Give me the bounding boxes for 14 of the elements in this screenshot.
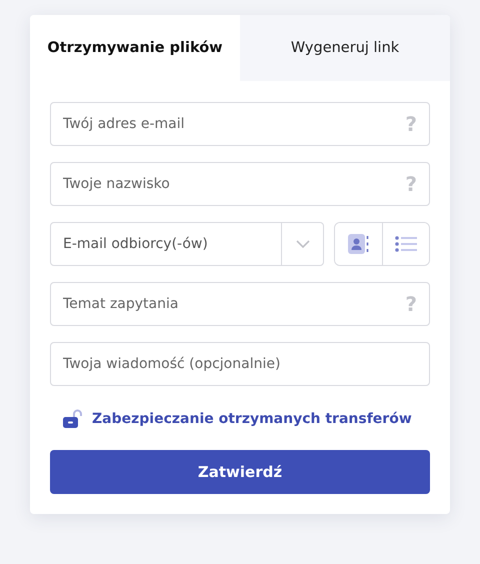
help-icon[interactable]: ? bbox=[405, 112, 417, 136]
recipient-field[interactable]: E-mail odbiorcy(-ów) bbox=[51, 223, 281, 265]
submit-button[interactable]: Zatwierdź bbox=[50, 450, 430, 494]
help-icon[interactable]: ? bbox=[405, 292, 417, 316]
tab[interactable]: Otrzymywanie plików bbox=[30, 15, 240, 81]
input-field[interactable]: Twoja wiadomość (opcjonalnie) bbox=[50, 342, 430, 386]
security-link[interactable]: Zabezpieczanie otrzymanych transferów bbox=[92, 411, 412, 427]
input-field[interactable]: Twój adres e-mail ? bbox=[50, 102, 430, 146]
help-icon[interactable]: ? bbox=[405, 172, 417, 196]
unlocked-padlock-icon bbox=[62, 409, 84, 429]
tab[interactable]: Wygeneruj link bbox=[240, 15, 450, 81]
input-field[interactable]: Temat zapytania ? bbox=[50, 282, 430, 326]
recipient-dropdown[interactable]: E-mail odbiorcy(-ów) bbox=[50, 222, 324, 266]
input-field[interactable]: Twoje nazwisko ? bbox=[50, 162, 430, 206]
